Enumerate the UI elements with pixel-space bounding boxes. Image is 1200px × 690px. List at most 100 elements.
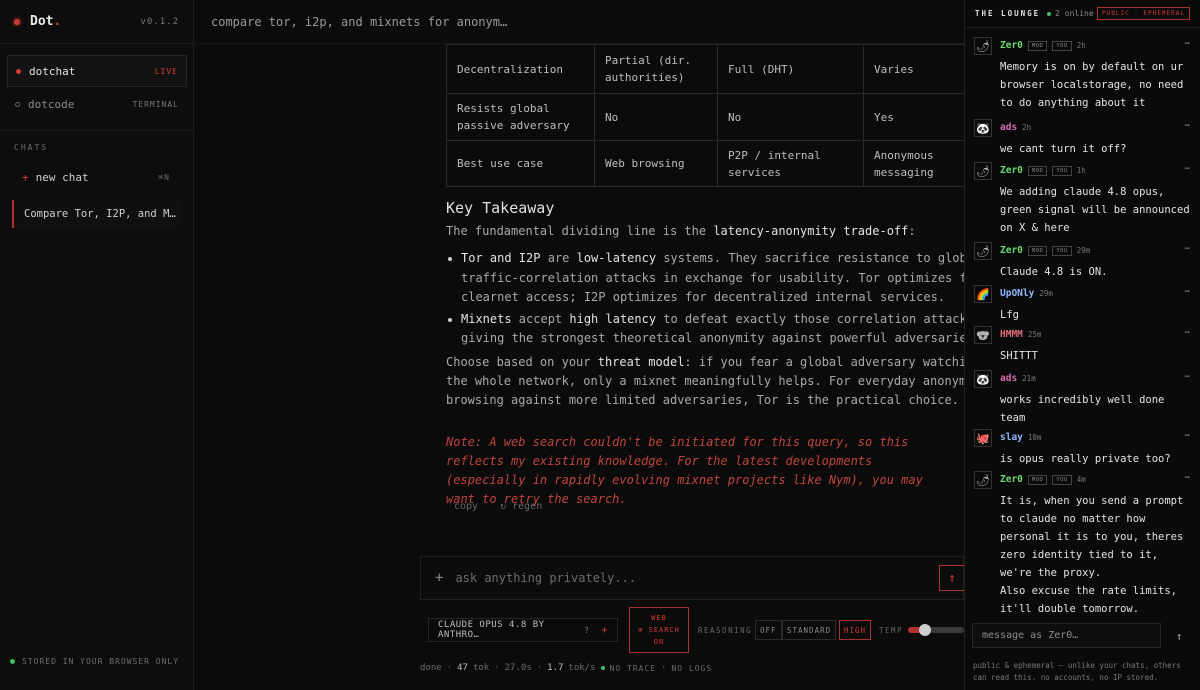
more-options-icon[interactable]: ⋯ bbox=[1185, 431, 1190, 441]
more-options-icon[interactable]: ⋯ bbox=[1185, 328, 1190, 338]
timestamp: 2h bbox=[1022, 123, 1032, 132]
table-cell: No bbox=[594, 93, 718, 141]
chat-history-item[interactable]: Compare Tor, I2P, and M… bbox=[12, 200, 180, 228]
message-text: Lfg bbox=[1000, 309, 1019, 321]
chat-title[interactable]: compare tor, i2p, and mixnets for anonym… bbox=[211, 15, 507, 29]
table-cell: Decentralization bbox=[446, 44, 595, 94]
assistant-message: Decentralization Partial (dir. authoriti… bbox=[446, 44, 964, 544]
username[interactable]: Zer0 bbox=[1000, 40, 1023, 51]
username[interactable]: Zer0 bbox=[1000, 245, 1023, 256]
more-options-icon[interactable]: ⋯ bbox=[1185, 287, 1190, 297]
slider-handle[interactable] bbox=[918, 624, 931, 636]
separator: · bbox=[536, 663, 543, 673]
mode-tag: LIVE bbox=[154, 66, 178, 76]
message-text: Memory is on by default on ur browser lo… bbox=[1000, 61, 1184, 109]
table-cell: Full (DHT) bbox=[717, 44, 864, 94]
generation-status: done · 47 tok · 27.0s · 1.7 tok/s NO TRA… bbox=[420, 663, 712, 673]
more-options-icon[interactable]: ⋯ bbox=[1185, 121, 1190, 131]
shortcut-hint: ⌘N bbox=[158, 172, 170, 182]
reasoning-off[interactable]: OFF bbox=[755, 620, 782, 640]
sidebar: Dot. v0.1.2 dotchat LIVE dotcode TERMINA… bbox=[0, 0, 194, 690]
message-text: is opus really private too? bbox=[1000, 453, 1171, 465]
mod-badge: MOD bbox=[1027, 245, 1048, 256]
message-meta: ads 2h bbox=[1000, 122, 1031, 133]
username[interactable]: ads bbox=[1000, 122, 1017, 133]
model-selector[interactable]: CLAUDE OPUS 4.8 BY ANTHRO… ? + bbox=[428, 618, 618, 642]
more-options-icon[interactable]: ⋯ bbox=[1185, 372, 1190, 382]
table-cell: Best use case bbox=[446, 140, 595, 187]
username[interactable]: slay bbox=[1000, 432, 1023, 443]
token-rate: 1.7 bbox=[547, 663, 564, 673]
brand: Dot. v0.1.2 bbox=[0, 0, 193, 44]
status-dot-icon bbox=[10, 659, 15, 664]
lounge-title: THE LOUNGE bbox=[975, 9, 1041, 18]
send-button[interactable]: ↑ bbox=[939, 565, 965, 591]
search-failure-note: Note: A web search couldn't be initiated… bbox=[446, 435, 923, 506]
reasoning-standard[interactable]: STANDARD bbox=[782, 620, 837, 640]
more-options-icon[interactable]: ⋯ bbox=[1185, 473, 1190, 483]
brand-logo[interactable]: Dot. bbox=[30, 14, 61, 29]
avatar[interactable]: 🐨 bbox=[974, 326, 992, 344]
table-cell: Varies bbox=[863, 44, 964, 94]
avatar[interactable]: 🐙 bbox=[974, 429, 992, 447]
avatar[interactable]: 🌈 bbox=[974, 285, 992, 303]
reasoning-high[interactable]: HIGH bbox=[839, 620, 872, 640]
mode-tag: TERMINAL bbox=[132, 99, 179, 109]
token-count: 47 bbox=[457, 663, 468, 673]
copy-button[interactable]: copy bbox=[454, 501, 478, 512]
attach-icon[interactable]: + bbox=[435, 570, 443, 586]
timestamp: 29m bbox=[1039, 289, 1053, 298]
mode-dotchat[interactable]: dotchat LIVE bbox=[7, 55, 187, 87]
prompt-input[interactable]: + ask anything privately... bbox=[420, 556, 964, 600]
avatar[interactable]: 🐼 bbox=[974, 370, 992, 388]
comparison-table: Decentralization Partial (dir. authoriti… bbox=[446, 44, 964, 187]
more-options-icon[interactable]: ⋯ bbox=[1185, 244, 1190, 254]
timestamp: 4m bbox=[1076, 475, 1086, 484]
avatar[interactable]: 🌶 bbox=[974, 162, 992, 180]
web-search-toggle[interactable]: WEB ⊕ SEARCH ON bbox=[629, 607, 689, 653]
chats-section-label: CHATS bbox=[14, 143, 49, 152]
web-search-label: ⊕ SEARCH bbox=[638, 626, 680, 634]
mode-dotcode[interactable]: dotcode TERMINAL bbox=[7, 88, 187, 120]
no-logs-label: NO LOGS bbox=[671, 663, 713, 673]
avatar[interactable]: 🌶 bbox=[974, 37, 992, 55]
table-cell: Resists global passive adversary bbox=[446, 93, 595, 141]
table-row: Resists global passive adversary No No Y… bbox=[446, 93, 964, 141]
username[interactable]: UpONly bbox=[1000, 288, 1034, 299]
username[interactable]: Zer0 bbox=[1000, 165, 1023, 176]
message-meta: ads 21m bbox=[1000, 373, 1036, 384]
message-text: We adding claude 4.8 opus, green signal … bbox=[1000, 186, 1190, 234]
model-label: CLAUDE OPUS 4.8 BY ANTHRO… bbox=[438, 620, 545, 640]
inactive-dot-icon bbox=[15, 101, 20, 107]
username[interactable]: ads bbox=[1000, 373, 1017, 384]
new-chat-button[interactable]: + new chat ⌘N bbox=[12, 164, 180, 190]
message-text: works incredibly well done team bbox=[1000, 394, 1165, 424]
mode-label: dotchat bbox=[29, 64, 76, 78]
web-search-state: ON bbox=[653, 638, 665, 646]
live-dot-icon bbox=[16, 68, 21, 74]
table-cell: Anonymous messaging bbox=[863, 140, 964, 187]
temperature-slider[interactable] bbox=[908, 624, 964, 636]
more-options-icon[interactable]: ⋯ bbox=[1185, 164, 1190, 174]
regen-button[interactable]: ↻ regen bbox=[500, 501, 542, 512]
more-options-icon[interactable]: ⋯ bbox=[1185, 39, 1190, 49]
storage-note-text: STORED IN YOUR BROWSER ONLY bbox=[22, 657, 180, 666]
avatar[interactable]: 🌶 bbox=[974, 471, 992, 489]
version-label: v0.1.2 bbox=[140, 16, 179, 27]
table-cell: Web browsing bbox=[594, 140, 718, 187]
intro-paragraph: The fundamental dividing line is the lat… bbox=[446, 224, 916, 238]
avatar[interactable]: 🐼 bbox=[974, 119, 992, 137]
username[interactable]: Zer0 bbox=[1000, 474, 1023, 485]
username[interactable]: HMMM bbox=[1000, 329, 1023, 340]
lounge-panel: THE LOUNGE 2 online PUBLIC · EPHEMERAL 🌶… bbox=[964, 0, 1200, 690]
separator: · bbox=[494, 663, 500, 673]
help-icon[interactable]: ? bbox=[584, 626, 589, 635]
divider bbox=[0, 130, 193, 131]
avatar[interactable]: 🌶 bbox=[974, 242, 992, 260]
add-model-icon[interactable]: + bbox=[601, 625, 608, 636]
table-cell: No bbox=[717, 93, 864, 141]
new-chat-label: new chat bbox=[35, 170, 89, 184]
lounge-send-button[interactable]: ↑ bbox=[1169, 626, 1189, 646]
message-feed[interactable]: 🌶 Zer0 MOD YOU 2h ⋯ Memory is on by default on… bbox=[965, 33, 1200, 615]
lounge-message-input[interactable]: message as Zer0… bbox=[972, 623, 1161, 648]
